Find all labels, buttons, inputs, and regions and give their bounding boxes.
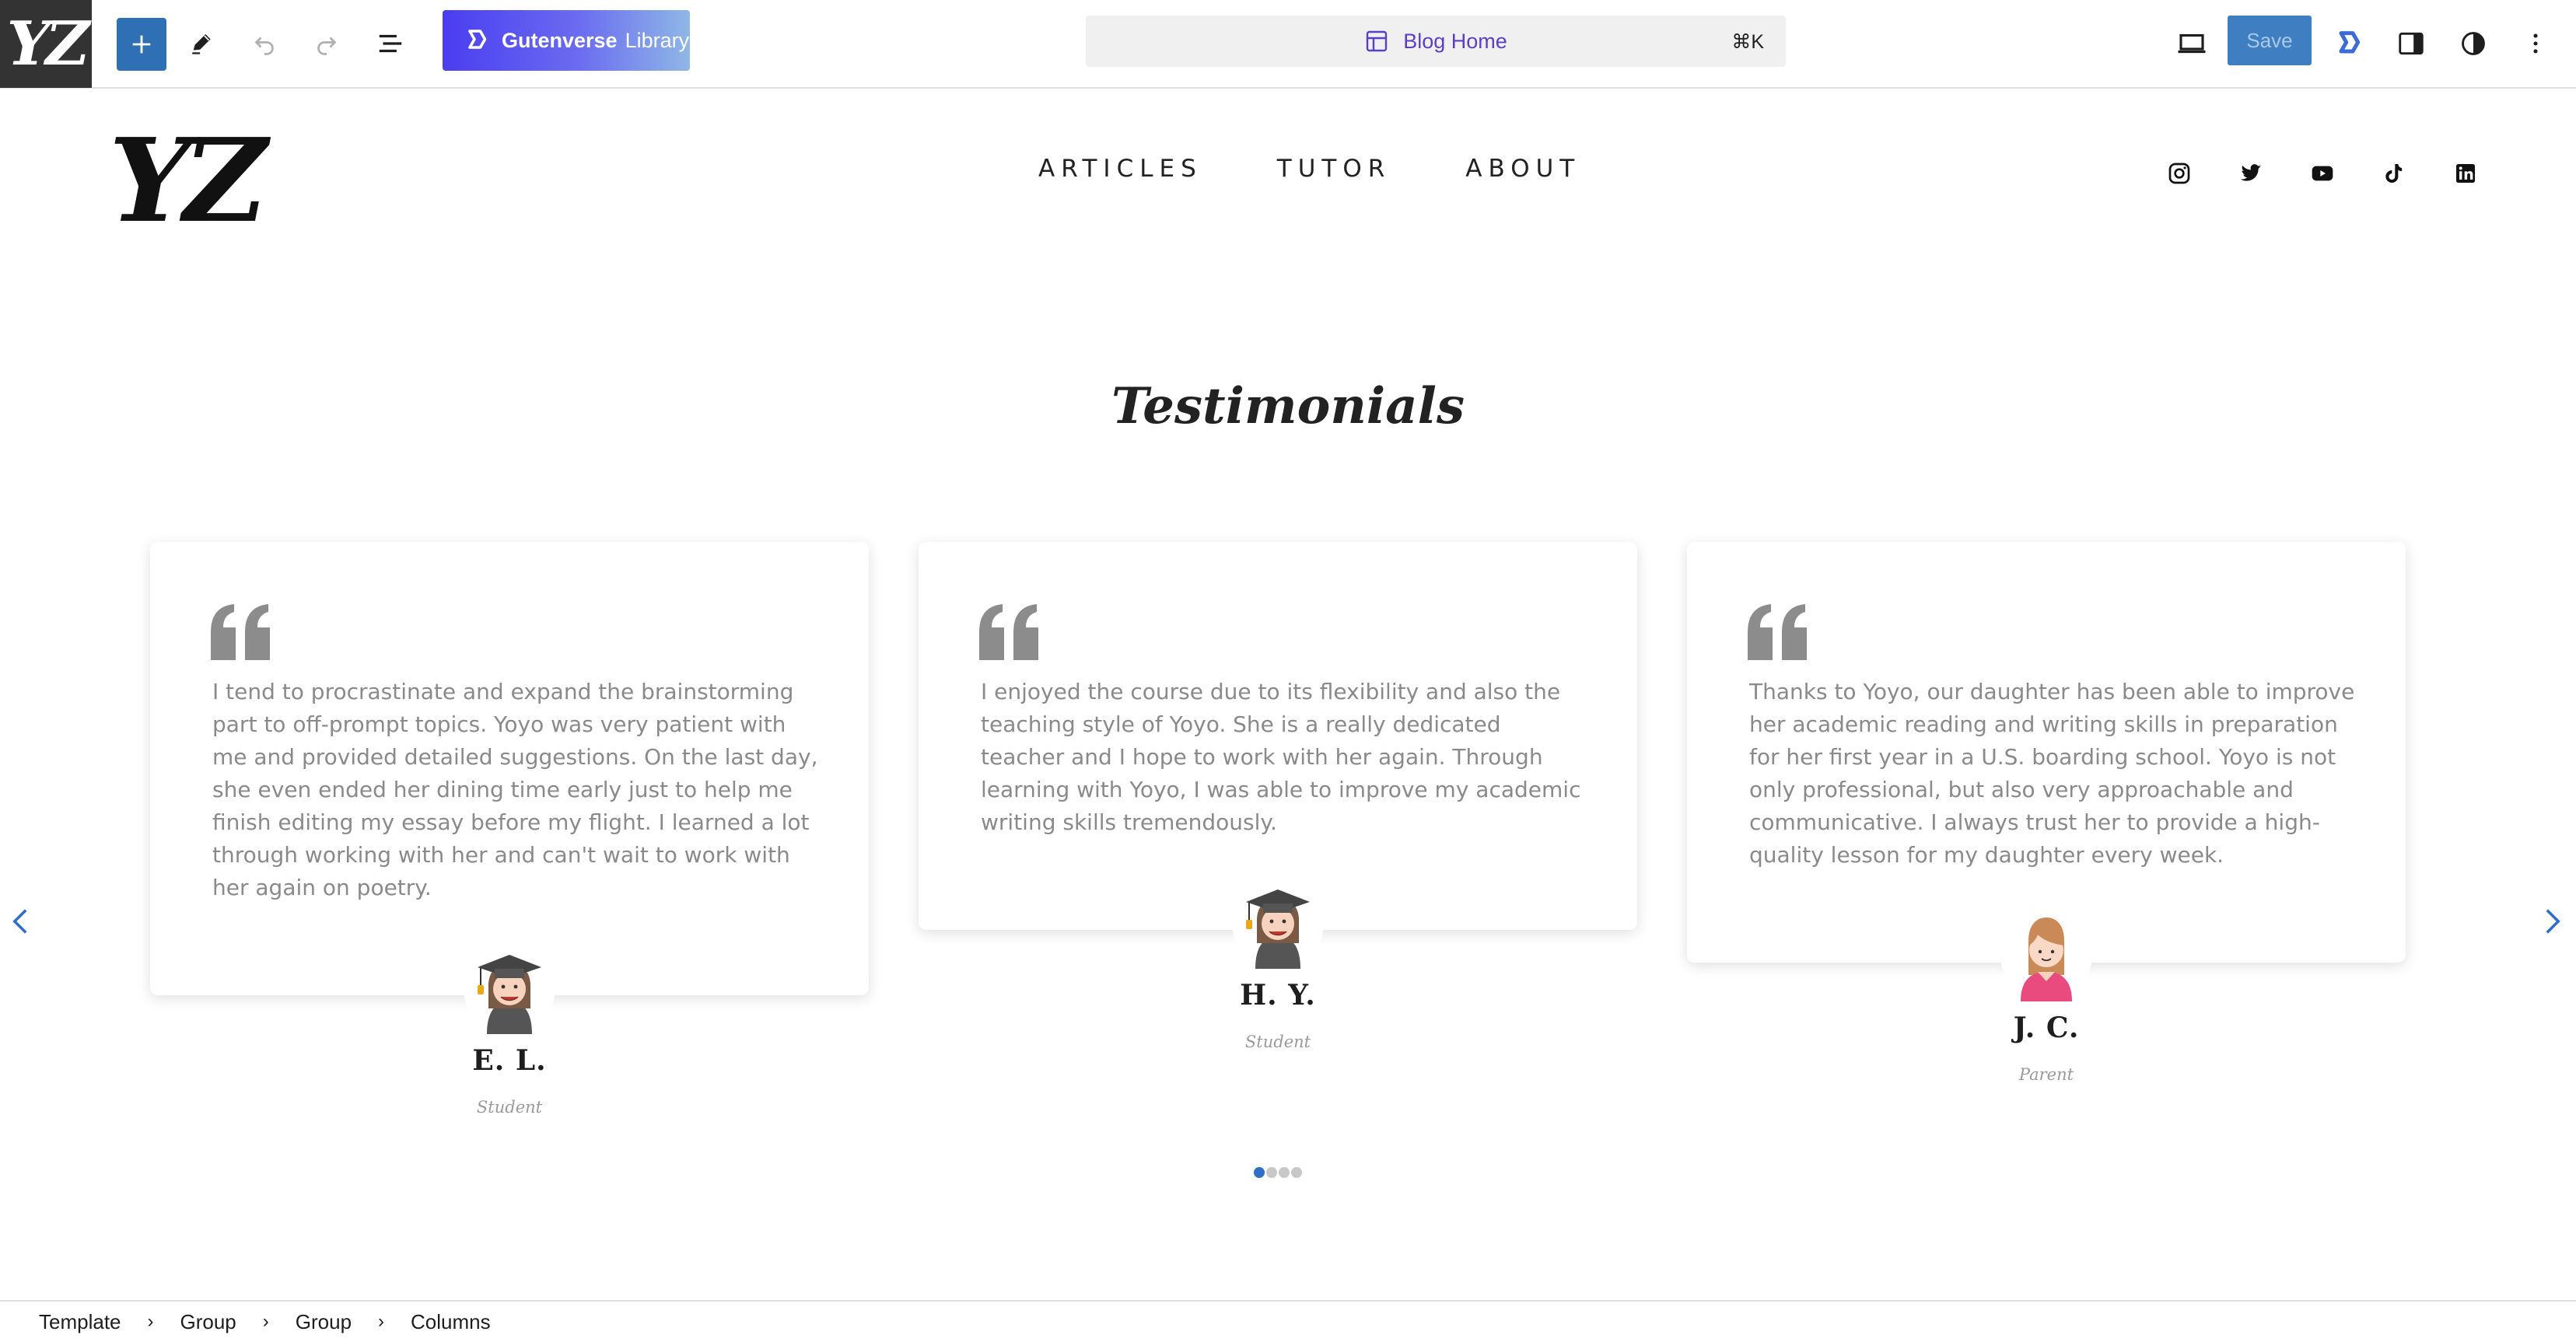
- chevron-right-icon: ›: [378, 1311, 385, 1332]
- testimonial-avatar: [464, 942, 555, 1034]
- device-preview-button[interactable]: [2167, 16, 2217, 72]
- undo-button[interactable]: [240, 16, 289, 72]
- settings-panel-icon: [2399, 32, 2424, 55]
- pagination-dot[interactable]: [1254, 1167, 1265, 1178]
- add-block-button[interactable]: [117, 18, 166, 71]
- gutenverse-icon: [468, 30, 487, 49]
- testimonial-avatar: [1232, 877, 1324, 969]
- nav-item-about[interactable]: ABOUT: [1465, 155, 1580, 183]
- redo-icon: [317, 37, 337, 55]
- social-icons: [2167, 161, 2478, 186]
- testimonials-heading: Testimonials: [1111, 377, 1465, 435]
- list-view-button[interactable]: [366, 16, 415, 72]
- breadcrumb-item-group[interactable]: Group: [180, 1310, 236, 1334]
- gutenverse-library-button[interactable]: Gutenverse Library: [443, 10, 690, 71]
- pagination-dot[interactable]: [1266, 1167, 1277, 1178]
- quote-icon: [979, 604, 1038, 660]
- editor-top-bar: YZ Gutenverse Library Blog Home ⌘K Save: [0, 0, 2576, 89]
- carousel-next-button[interactable]: [2537, 898, 2568, 945]
- graduate-girl-avatar-icon: [1246, 889, 1310, 969]
- library-label-bold: Gutenverse: [502, 28, 618, 52]
- testimonial-text: I tend to procrastinate and expand the b…: [212, 679, 818, 900]
- instagram-icon[interactable]: [2167, 161, 2192, 186]
- site-icon-text: YZ: [6, 9, 90, 79]
- testimonial-text: I enjoyed the course due to its flexibil…: [981, 679, 1581, 835]
- save-label: Save: [2246, 28, 2293, 52]
- carousel-prev-button[interactable]: [5, 898, 36, 945]
- graduate-girl-avatar-icon: [478, 955, 541, 1034]
- document-command-bar[interactable]: Blog Home ⌘K: [1086, 16, 1786, 67]
- parent-woman-avatar-icon: [2021, 917, 2072, 1001]
- list-view-icon: [379, 34, 402, 53]
- testimonial-name: H. Y.: [1240, 979, 1316, 1012]
- twitter-icon[interactable]: [2238, 161, 2263, 186]
- more-options-button[interactable]: [2511, 16, 2560, 72]
- block-breadcrumb: Template › Group › Group › Columns: [0, 1300, 2576, 1342]
- chevron-right-icon: ›: [147, 1311, 154, 1332]
- redo-button[interactable]: [302, 16, 352, 72]
- site-logo[interactable]: YZ: [109, 113, 268, 248]
- pagination-dot[interactable]: [1279, 1167, 1290, 1178]
- desktop-view-icon: [2178, 33, 2206, 54]
- pencil-icon: [192, 33, 211, 54]
- breadcrumb-item-group[interactable]: Group: [296, 1310, 352, 1334]
- testimonial-text: Thanks to Yoyo, our daughter has been ab…: [1749, 679, 2355, 868]
- youtube-icon[interactable]: [2310, 161, 2335, 186]
- testimonial-card: Thanks to Yoyo, our daughter has been ab…: [1687, 542, 2406, 963]
- carousel-pagination: [1254, 1167, 1302, 1178]
- testimonial-name: J. C.: [2013, 1012, 2080, 1044]
- editor-canvas: YZ ARTICLES TUTOR ABOUT Testimonials I t…: [0, 89, 2576, 1302]
- testimonial-name: E. L.: [472, 1044, 547, 1077]
- tiktok-icon[interactable]: [2382, 161, 2406, 186]
- pagination-dot[interactable]: [1291, 1167, 1302, 1178]
- quote-icon: [211, 604, 270, 660]
- linkedin-icon[interactable]: [2453, 161, 2478, 186]
- site-icon-button[interactable]: YZ: [0, 0, 92, 88]
- more-options-icon: [2533, 33, 2538, 54]
- nav-item-tutor[interactable]: TUTOR: [1277, 155, 1391, 183]
- chevron-right-icon: ›: [262, 1311, 269, 1332]
- gutenverse-panel-button[interactable]: [2324, 16, 2374, 72]
- command-shortcut: ⌘K: [1731, 31, 1764, 53]
- gutenverse-logo-icon: [2339, 31, 2361, 54]
- chevron-left-icon: [12, 909, 27, 934]
- testimonial-role: Student: [476, 1098, 543, 1117]
- settings-sidebar-button[interactable]: [2386, 16, 2436, 72]
- testimonial-card: I enjoyed the course due to its flexibil…: [919, 542, 1637, 930]
- library-label-light: Library: [625, 28, 690, 52]
- undo-icon: [254, 37, 274, 55]
- testimonial-avatar: [2000, 910, 2092, 1001]
- breadcrumb-item-columns[interactable]: Columns: [411, 1310, 491, 1334]
- save-button[interactable]: Save: [2228, 16, 2312, 65]
- main-navigation: ARTICLES TUTOR ABOUT: [1038, 155, 1580, 183]
- document-title: Blog Home: [1403, 29, 1507, 53]
- quote-icon: [1748, 604, 1807, 660]
- testimonial-role: Parent: [2018, 1065, 2074, 1084]
- chevron-right-icon: [2546, 909, 2560, 934]
- testimonial-role: Student: [1244, 1033, 1311, 1051]
- breadcrumb-item-template[interactable]: Template: [39, 1310, 121, 1334]
- styles-button[interactable]: [2448, 16, 2498, 72]
- styles-icon: [2462, 32, 2485, 55]
- nav-item-articles[interactable]: ARTICLES: [1038, 155, 1202, 183]
- testimonial-card: I tend to procrastinate and expand the b…: [150, 542, 869, 995]
- template-icon: [1367, 30, 1388, 52]
- edit-tool-button[interactable]: [177, 16, 227, 72]
- add-block-icon: [132, 35, 151, 54]
